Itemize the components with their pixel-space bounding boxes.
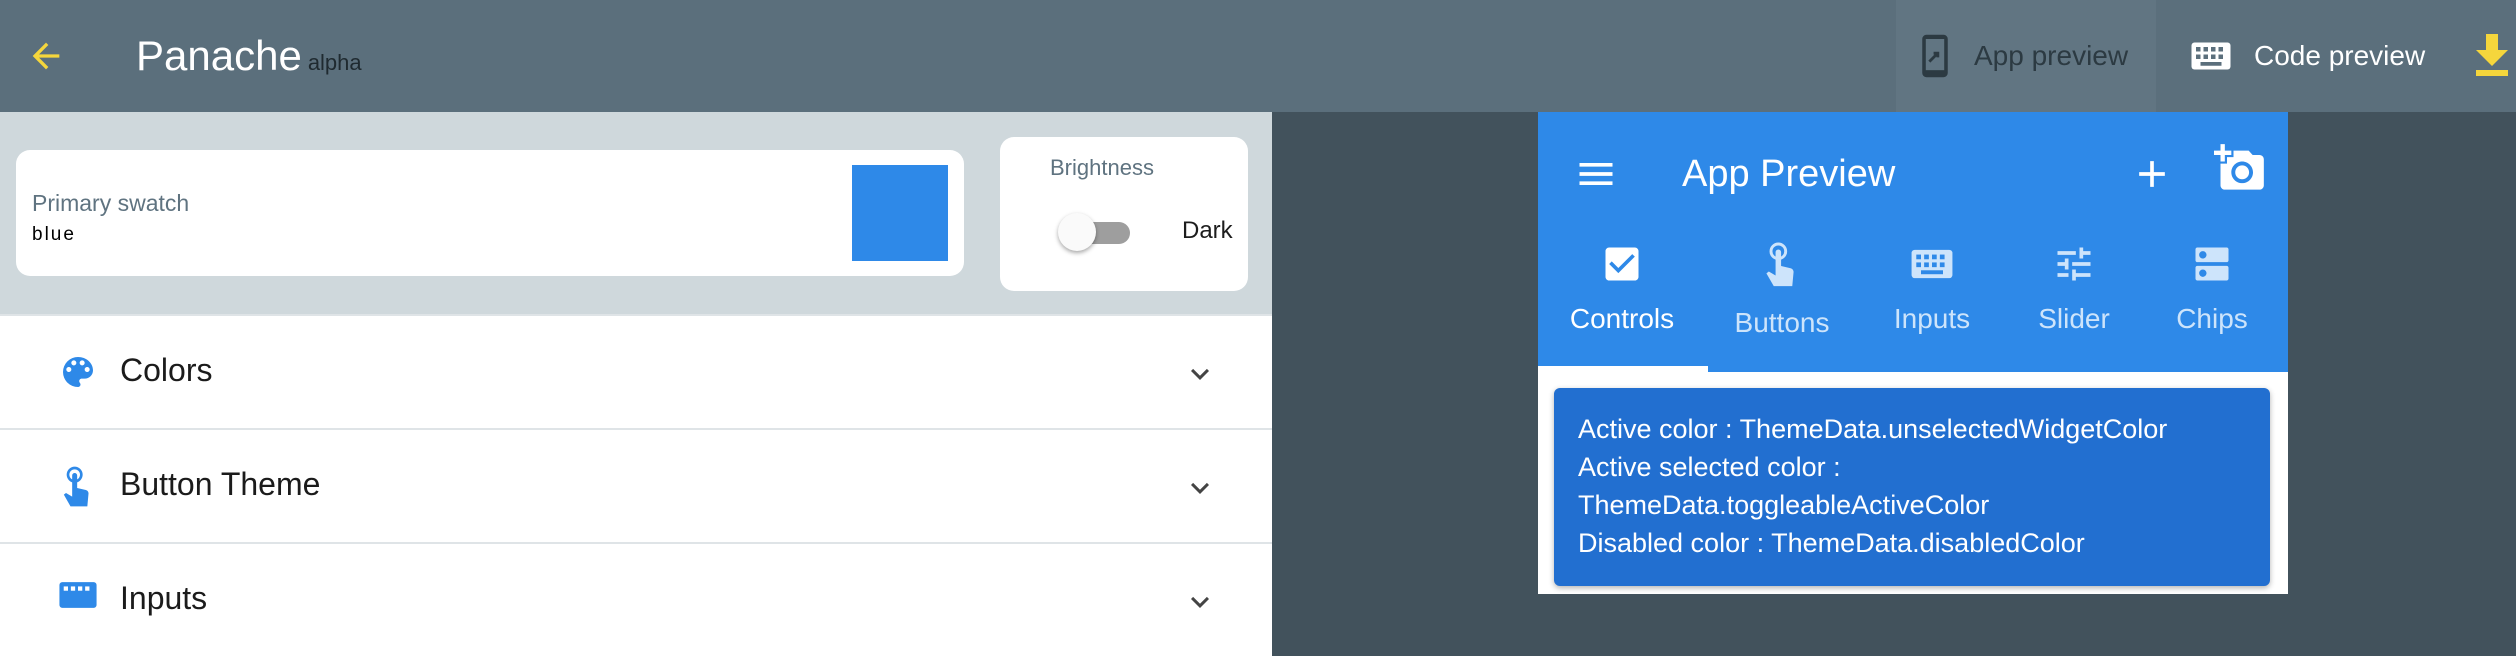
primary-swatch-card[interactable]: Primary swatch blue	[16, 150, 964, 276]
tab-inputs-label: Inputs	[1893, 303, 1971, 334]
back-button[interactable]	[18, 30, 74, 82]
add-a-photo-icon[interactable]	[2214, 142, 2266, 199]
primary-swatch-color[interactable]	[852, 165, 948, 261]
arrow-back-icon	[32, 42, 60, 70]
info-line: Active selected color :	[1578, 452, 1841, 482]
palette-icon	[58, 352, 98, 397]
preview-title: App Preview	[1682, 153, 1896, 195]
tune-icon	[2057, 247, 2091, 281]
code-preview-button[interactable]: Code preview	[2190, 0, 2425, 112]
touch-icon	[58, 466, 98, 515]
touch-icon	[1766, 242, 1794, 287]
tab-slider[interactable]: Slider	[2036, 242, 2112, 335]
dns-icon	[2195, 247, 2229, 281]
tab-controls-label: Controls	[1569, 303, 1675, 334]
app-title-subtitle: alpha	[307, 50, 362, 75]
brightness-label: Brightness	[1050, 155, 1154, 180]
app-bar: Panache alpha App preview Code preview	[0, 0, 2516, 112]
keyboard-icon	[1911, 249, 1953, 279]
app-title-text: Panache	[136, 32, 302, 79]
app-title: Panache alpha	[136, 30, 362, 89]
chevron-down-icon	[1182, 356, 1218, 397]
app-preview-label: App preview	[1974, 40, 2129, 71]
panel-colors[interactable]: Colors	[0, 314, 1272, 428]
tab-buttons-label: Buttons	[1734, 307, 1830, 338]
controls-info-card: Active color : ThemeData.unselectedWidge…	[1554, 388, 2270, 586]
info-line: Active color : ThemeData.unselectedWidge…	[1578, 414, 2168, 444]
download-icon	[2476, 34, 2508, 76]
keyboard-icon	[58, 580, 98, 615]
app-preview-frame: App Preview Controls Buttons Inputs Slid…	[1538, 112, 2288, 594]
panel-inputs[interactable]: Inputs	[0, 542, 1272, 656]
brightness-toggle[interactable]	[1058, 213, 1132, 251]
primary-swatch-value: blue	[32, 224, 76, 245]
code-preview-label: Code preview	[2254, 40, 2426, 71]
menu-icon[interactable]	[1574, 152, 1618, 201]
panel-inputs-label: Inputs	[120, 580, 208, 616]
chevron-down-icon	[1182, 584, 1218, 625]
tab-buttons[interactable]: Buttons	[1732, 242, 1832, 339]
download-button[interactable]	[2472, 34, 2512, 83]
brightness-value: Dark	[1182, 217, 1233, 244]
checkbox-icon	[1605, 247, 1639, 281]
phone-preview-icon	[1918, 33, 1952, 79]
add-icon[interactable]	[2130, 152, 2174, 201]
keyboard-icon	[2190, 41, 2232, 71]
tab-inputs[interactable]: Inputs	[1889, 242, 1975, 335]
info-line: Disabled color : ThemeData.disabledColor	[1578, 528, 2085, 558]
toggle-thumb	[1058, 213, 1096, 251]
preview-app-bar: App Preview Controls Buttons Inputs Slid…	[1538, 112, 2288, 372]
theme-editor-pane: Primary swatch blue Brightness Dark Colo…	[0, 112, 1272, 656]
tab-indicator	[1538, 366, 1708, 372]
tab-controls[interactable]: Controls	[1566, 242, 1678, 335]
primary-swatch-label: Primary swatch	[32, 190, 190, 216]
tab-chips-label: Chips	[2176, 303, 2248, 334]
tab-slider-label: Slider	[2038, 303, 2110, 334]
brightness-card: Brightness Dark	[1000, 137, 1248, 291]
info-line: ThemeData.toggleableActiveColor	[1578, 490, 1990, 520]
app-preview-button[interactable]: App preview	[1896, 0, 2156, 112]
chevron-down-icon	[1182, 470, 1218, 511]
panel-colors-label: Colors	[120, 352, 213, 388]
panel-button-theme-label: Button Theme	[120, 466, 321, 502]
tab-chips[interactable]: Chips	[2174, 242, 2250, 335]
panel-button-theme[interactable]: Button Theme	[0, 428, 1272, 542]
